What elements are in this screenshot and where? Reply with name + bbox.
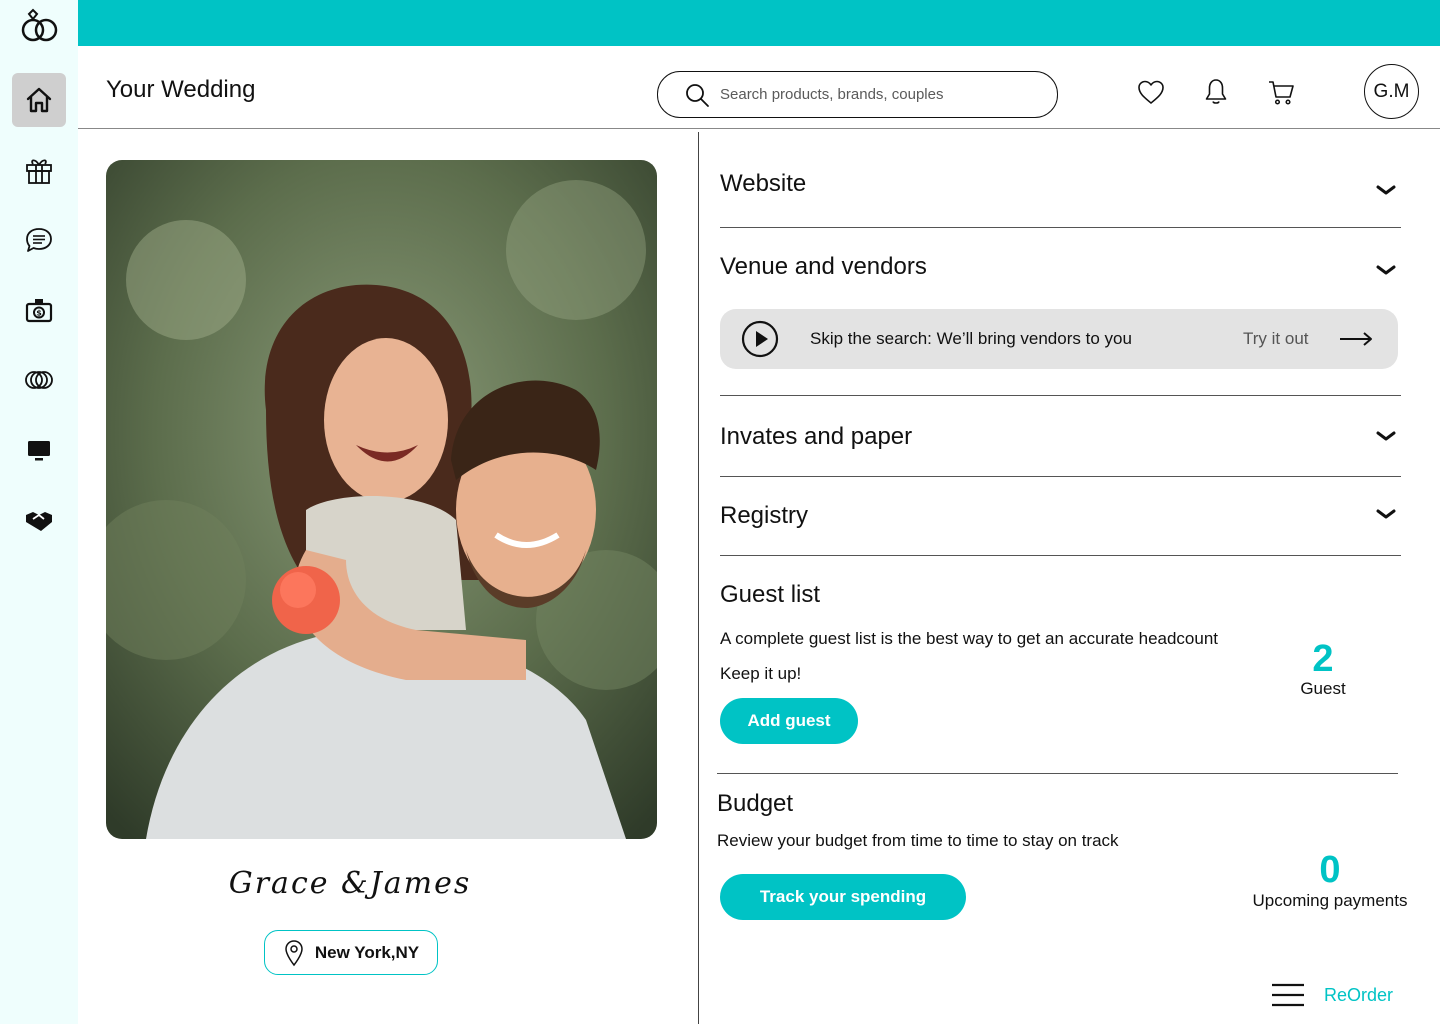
monitor-icon <box>28 441 50 461</box>
promo-text: Skip the search: We’ll bring vendors to … <box>810 329 1132 348</box>
sidebar-item-vendors[interactable] <box>12 493 66 547</box>
location-badge[interactable]: New York,NY <box>264 930 438 975</box>
sidebar: $ <box>0 0 78 1024</box>
section-invites-paper[interactable]: Invates and paper <box>720 423 912 451</box>
gift-icon <box>26 159 52 184</box>
avatar[interactable]: G.M <box>1364 64 1419 119</box>
play-icon <box>741 320 779 358</box>
guest-list-title: Guest list <box>720 581 821 608</box>
svg-text:$: $ <box>36 309 42 318</box>
section-divider <box>720 227 1401 228</box>
section-divider <box>720 555 1401 556</box>
chevron-down-icon[interactable] <box>1372 182 1400 198</box>
search-bar[interactable] <box>657 71 1058 118</box>
section-website[interactable]: Website <box>720 170 806 198</box>
guest-list-description: A complete guest list is the best way to… <box>720 629 1219 648</box>
section-registry[interactable]: Registry <box>720 502 808 530</box>
search-input[interactable] <box>720 86 1040 103</box>
guest-count-label: Guest <box>1300 679 1346 698</box>
sidebar-item-home[interactable] <box>12 73 66 127</box>
reorder-button[interactable]: ReOrder <box>1270 982 1393 1008</box>
sidebar-item-rings[interactable] <box>12 353 66 407</box>
chevron-down-icon[interactable] <box>1372 506 1400 522</box>
guest-list-encouragement: Keep it up! <box>720 664 802 683</box>
bell-icon <box>1205 79 1227 104</box>
home-icon <box>26 87 52 113</box>
upcoming-payments-label: Upcoming payments <box>1252 891 1408 910</box>
location-pin-icon <box>285 939 303 966</box>
favorites-button[interactable] <box>1136 77 1166 107</box>
column-divider <box>698 132 699 1024</box>
section-divider <box>720 395 1401 396</box>
budget-title: Budget <box>717 790 794 817</box>
rings-icon <box>25 371 53 389</box>
sidebar-item-messages[interactable] <box>12 213 66 267</box>
camera-icon: $ <box>25 299 53 323</box>
track-spending-button[interactable]: Track your spending <box>720 874 966 920</box>
chevron-down-icon[interactable] <box>1372 428 1400 444</box>
location-label: New York,NY <box>314 942 420 962</box>
sidebar-item-gifts[interactable] <box>12 143 66 197</box>
section-divider <box>717 773 1398 774</box>
try-it-out-link[interactable]: Try it out <box>1243 329 1309 349</box>
notifications-button[interactable] <box>1201 77 1231 107</box>
hamburger-icon <box>1272 983 1304 1007</box>
header-divider <box>78 128 1440 129</box>
section-venue-vendors[interactable]: Venue and vendors <box>720 253 927 281</box>
couple-names: Grace &James <box>228 866 472 901</box>
budget-description: Review your budget from time to time to … <box>717 831 1119 850</box>
upcoming-payments-count: 0 <box>1319 849 1341 891</box>
cart-icon <box>1269 81 1294 105</box>
couple-photo <box>106 160 657 839</box>
vendor-promo-banner[interactable]: Skip the search: We’ll bring vendors to … <box>720 309 1398 369</box>
add-guest-button[interactable]: Add guest <box>720 698 858 744</box>
reorder-label: ReOrder <box>1324 984 1394 1005</box>
wedding-rings-logo[interactable] <box>20 8 60 44</box>
handshake-icon <box>26 512 52 531</box>
search-icon <box>686 83 709 107</box>
arrow-right-icon <box>1340 332 1372 346</box>
top-accent-bar <box>78 0 1440 46</box>
cart-button[interactable] <box>1266 77 1296 107</box>
sidebar-item-website[interactable] <box>12 423 66 477</box>
avatar-initials: G.M <box>1373 80 1410 102</box>
page-title: Your Wedding <box>106 76 256 103</box>
chevron-down-icon[interactable] <box>1372 262 1400 278</box>
section-divider <box>720 476 1401 477</box>
chat-icon <box>26 228 52 252</box>
heart-icon <box>1138 80 1164 104</box>
guest-count: 2 <box>1312 638 1334 680</box>
sidebar-item-budget[interactable]: $ <box>12 283 66 337</box>
